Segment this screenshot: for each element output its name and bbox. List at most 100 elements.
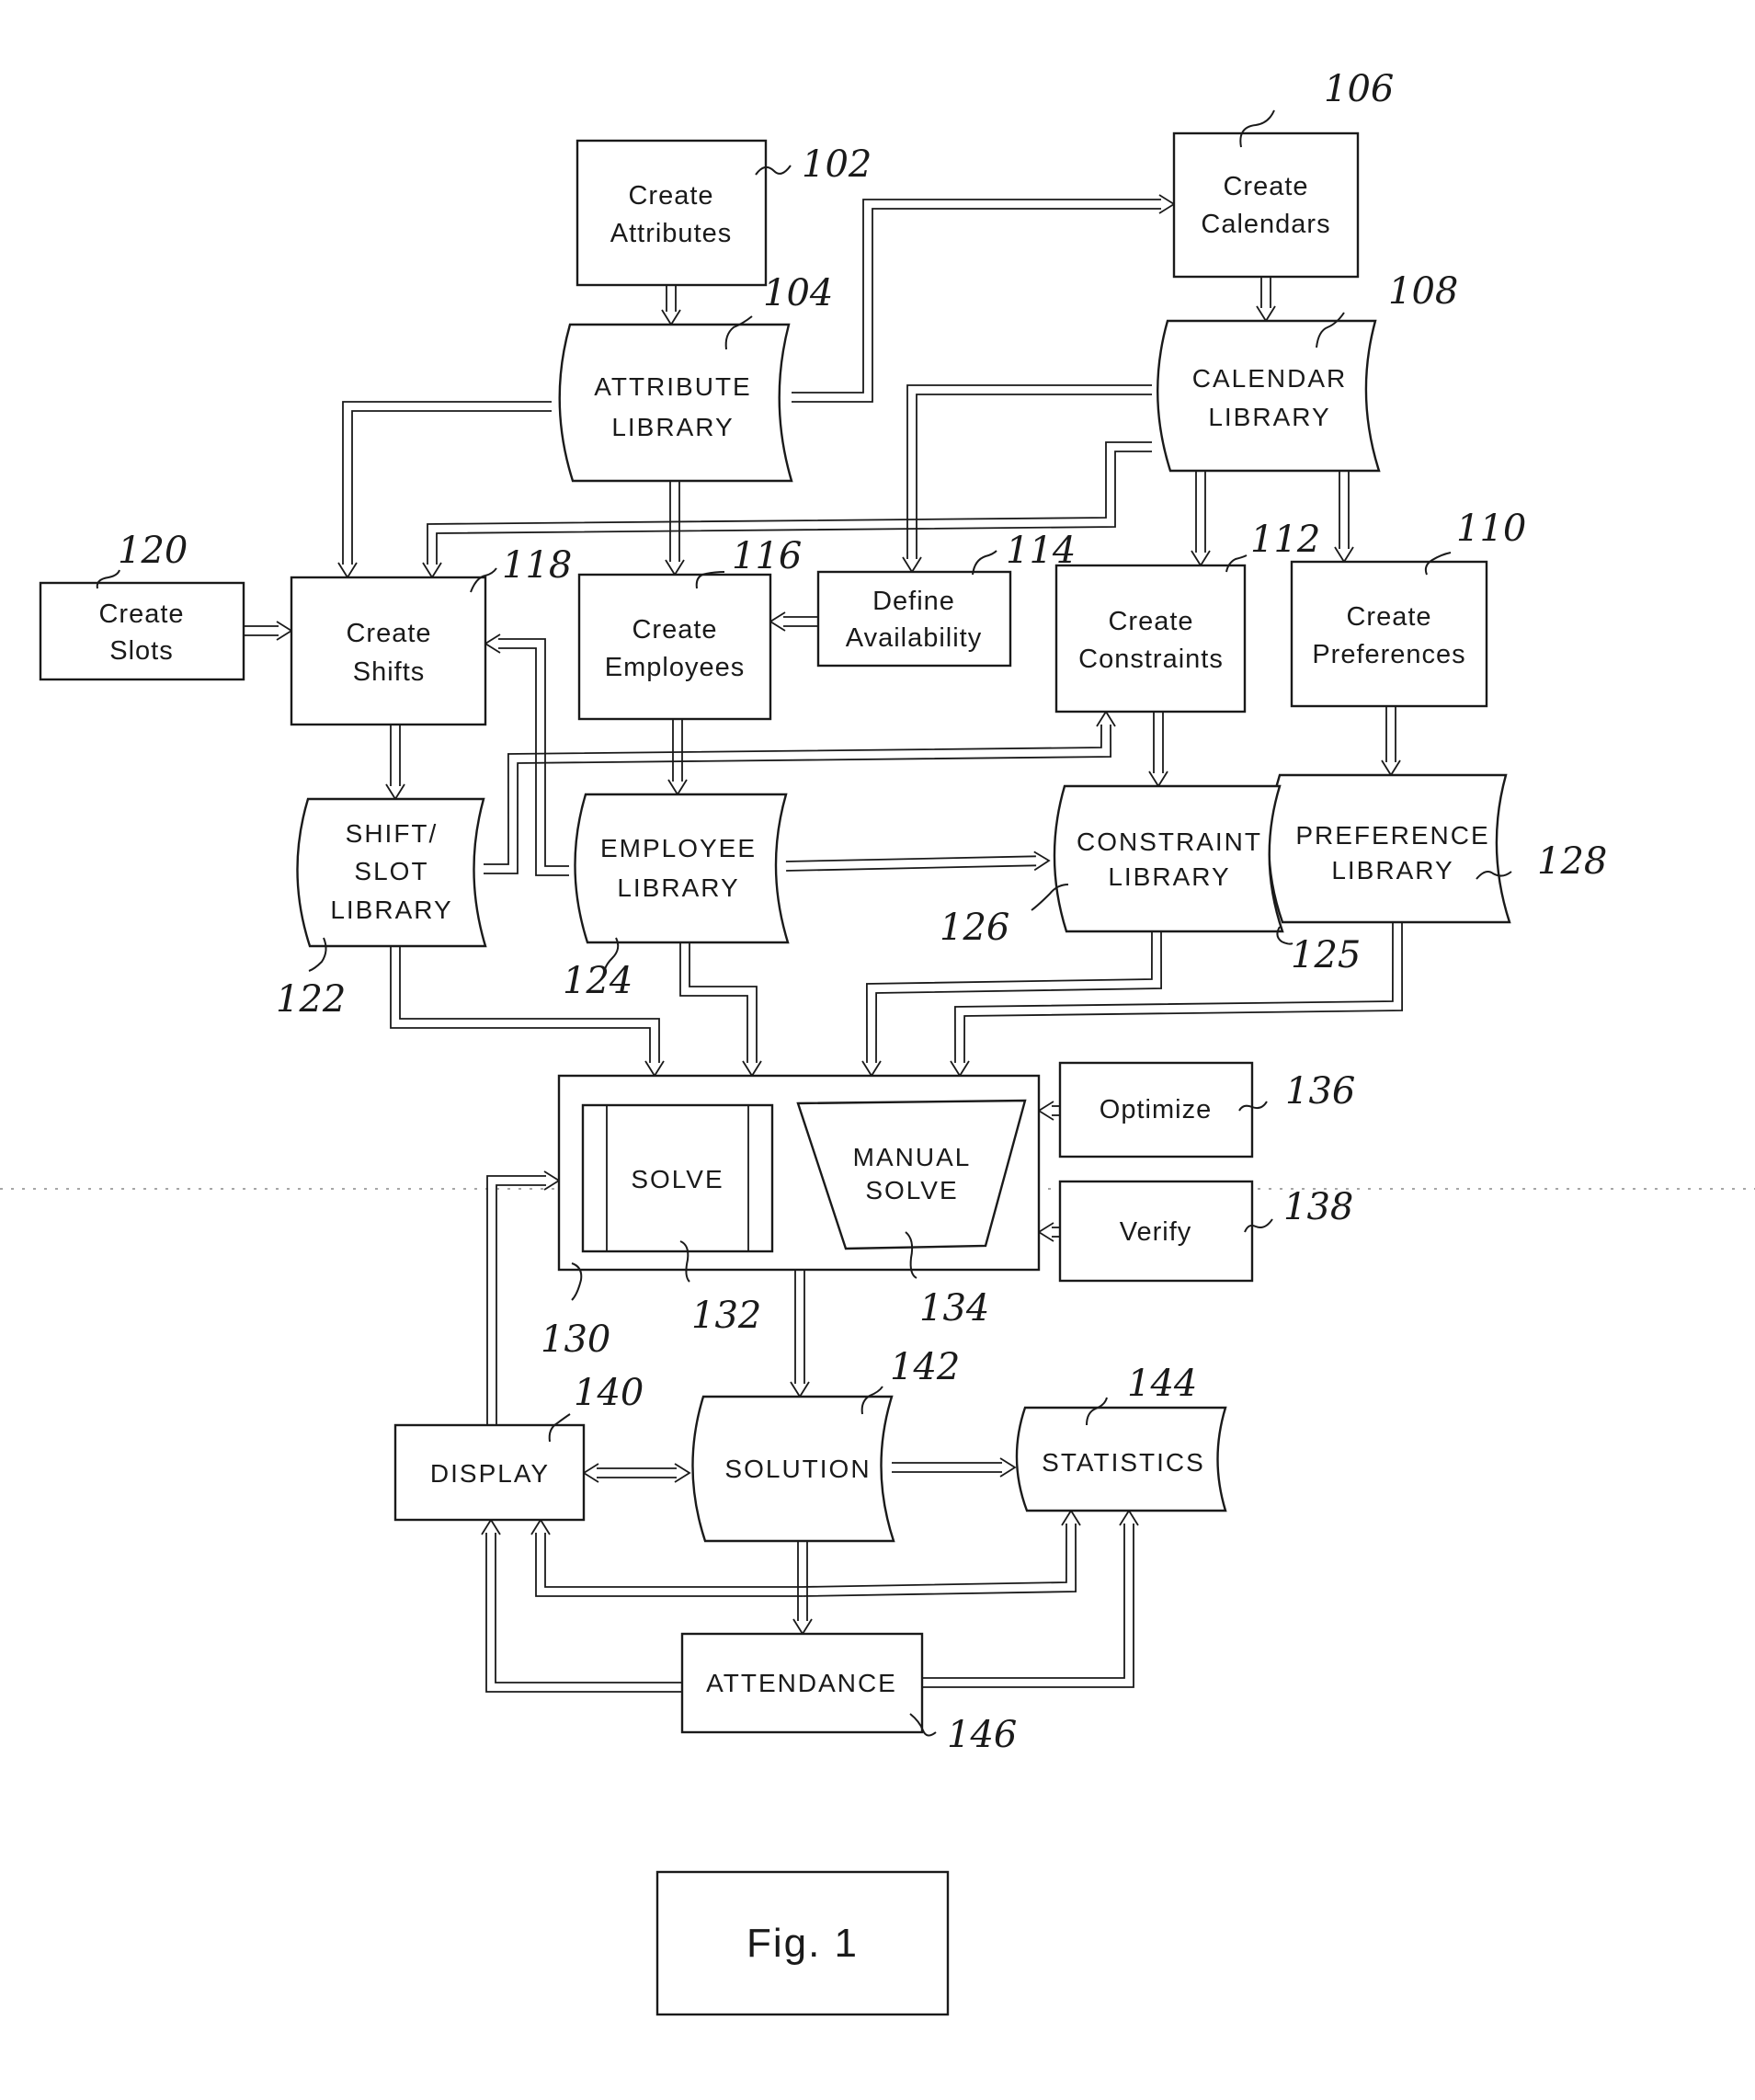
arrowhead-icon	[1334, 546, 1354, 564]
node-label: SOLVE	[631, 1165, 724, 1193]
connector-attrlib-to-calendars	[792, 194, 1176, 403]
node-label: Create	[628, 181, 713, 211]
arrowhead-icon	[481, 1518, 501, 1535]
node-solve[interactable]: SOLVE	[581, 1103, 774, 1253]
node-constraint-library[interactable]: CONSTRAINT LIBRARY	[1053, 784, 1284, 933]
node-label: LIBRARY	[617, 873, 739, 902]
node-label: Create	[1346, 602, 1431, 632]
node-label: Constraints	[1078, 645, 1224, 674]
node-label: STATISTICS	[1042, 1448, 1205, 1477]
ref-numeral: 144	[1127, 1363, 1197, 1405]
ref-numeral: 112	[1250, 519, 1320, 561]
node-define-availability[interactable]: Define Availability	[816, 570, 1012, 668]
arrowhead-icon	[484, 633, 501, 654]
ref-numeral: 130	[541, 1318, 610, 1361]
node-attendance[interactable]: ATTENDANCE	[680, 1632, 924, 1734]
node-verify[interactable]: Verify	[1058, 1180, 1254, 1283]
node-label: LIBRARY	[611, 413, 734, 441]
connector-attendance-to-statistics	[922, 1509, 1139, 1688]
arrowhead-icon	[1096, 710, 1116, 727]
node-label: LIBRARY	[1331, 856, 1453, 885]
arrowhead-icon	[1381, 759, 1401, 777]
arrowhead-icon	[667, 779, 688, 796]
node-label: Create	[632, 615, 717, 645]
arrowhead-icon	[861, 1060, 882, 1078]
ref-numeral: 120	[118, 530, 188, 572]
arrowhead-icon	[543, 1170, 561, 1191]
connector-emplib-to-shifts	[484, 633, 569, 876]
ref-numeral: 118	[502, 544, 572, 587]
ref-numeral: 116	[732, 535, 802, 577]
node-label: Attributes	[610, 219, 733, 248]
node-label: Shifts	[353, 657, 426, 687]
node-attribute-library[interactable]: ATTRIBUTE LIBRARY	[558, 323, 793, 483]
connector-availability-to-employees	[769, 611, 818, 632]
ref-numeral: 142	[890, 1346, 960, 1388]
ref-numeral: 122	[276, 978, 346, 1021]
arrowhead-icon	[644, 1060, 665, 1078]
connector-callib-to-constraints	[1191, 471, 1211, 567]
connector-constraints-to-constlib	[1148, 712, 1168, 788]
ref-numeral: 128	[1537, 840, 1607, 883]
ref-numeral: 102	[802, 143, 872, 186]
node-label: ATTENDANCE	[706, 1669, 897, 1697]
arrowhead-icon	[1119, 1509, 1139, 1526]
connector-slots-to-shifts	[244, 621, 293, 641]
arrowhead-icon	[530, 1518, 551, 1535]
arrowhead-icon	[674, 1463, 691, 1483]
connector-emplib-to-constlib	[785, 850, 1051, 872]
node-create-constraints[interactable]: Create Constraints	[1054, 564, 1247, 713]
node-calendar-library[interactable]: CALENDAR LIBRARY	[1157, 319, 1381, 473]
connector-callib-to-preferences	[1334, 471, 1354, 564]
node-statistics[interactable]: STATISTICS	[1015, 1406, 1227, 1512]
ref-numeral: 134	[919, 1287, 989, 1330]
arrowhead-icon	[790, 1381, 810, 1398]
connector-verify-to-solver	[1037, 1222, 1060, 1242]
node-create-calendars[interactable]: Create Calendars	[1172, 131, 1360, 279]
node-create-slots[interactable]: Create Slots	[39, 581, 245, 681]
node-employee-library[interactable]: EMPLOYEE LIBRARY	[574, 793, 790, 944]
connector-solver-to-solution	[790, 1270, 810, 1398]
connector-attendance-to-display	[481, 1518, 682, 1693]
node-label: DISPLAY	[430, 1459, 550, 1488]
node-solution[interactable]: SOLUTION	[691, 1395, 895, 1543]
node-label: Create	[98, 599, 184, 629]
node-preference-library[interactable]: PREFERENCE LIBRARY	[1268, 773, 1511, 924]
node-label: Create	[1223, 172, 1308, 201]
node-label: Create	[1108, 607, 1193, 636]
node-create-preferences[interactable]: Create Preferences	[1290, 560, 1488, 708]
figure-caption-text: Fig. 1	[746, 1921, 859, 1966]
connector-calendars-to-callib	[1256, 277, 1276, 323]
node-label: Availability	[846, 623, 982, 653]
ref-numeral: 146	[947, 1714, 1017, 1756]
ref-numeral: 140	[574, 1372, 644, 1414]
ref-numeral: 106	[1324, 68, 1394, 110]
node-label: Preferences	[1312, 640, 1465, 669]
node-label: Define	[872, 587, 955, 616]
node-display[interactable]: DISPLAY	[393, 1423, 586, 1522]
ref-numeral: 124	[563, 960, 632, 1002]
node-create-employees[interactable]: Create Employees	[577, 573, 772, 721]
node-label: Optimize	[1100, 1095, 1212, 1124]
connector-constlib-to-solver	[861, 930, 1163, 1078]
node-create-attributes[interactable]: Create Attributes	[576, 139, 768, 287]
node-create-shifts[interactable]: Create Shifts	[290, 576, 487, 726]
ref-numeral: 110	[1456, 508, 1526, 550]
arrowhead-icon	[276, 621, 293, 641]
arrowhead-icon	[1256, 305, 1276, 323]
arrowhead-icon	[742, 1060, 762, 1078]
arrowhead-icon	[661, 309, 681, 326]
node-label: EMPLOYEE	[600, 834, 757, 862]
ref-numeral: 108	[1388, 270, 1458, 313]
ref-numeral: 104	[763, 272, 833, 314]
node-label: Calendars	[1201, 210, 1330, 239]
node-label: Verify	[1120, 1217, 1192, 1247]
node-shift-slot-library[interactable]: SHIFT/ SLOT LIBRARY	[296, 797, 487, 948]
arrowhead-icon	[1061, 1509, 1081, 1526]
arrowhead-icon	[422, 562, 442, 579]
node-label: Slots	[109, 636, 173, 666]
connector-display-to-solver	[486, 1170, 561, 1425]
arrowhead-icon	[337, 562, 358, 579]
node-optimize[interactable]: Optimize	[1058, 1061, 1254, 1158]
node-label: LIBRARY	[1108, 862, 1230, 891]
